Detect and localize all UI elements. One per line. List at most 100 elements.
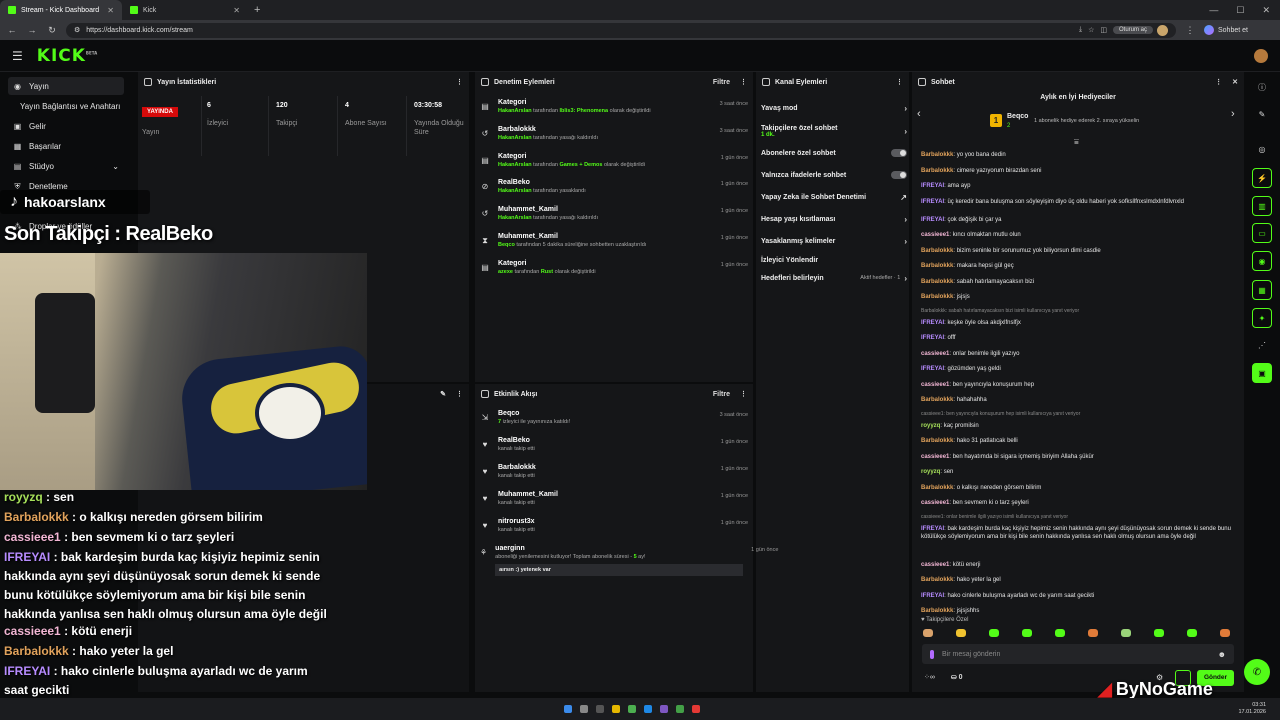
- mic-icon[interactable]: [930, 649, 934, 659]
- moderation-title[interactable]: Muhammet_Kamil: [498, 233, 713, 240]
- channel-action-row[interactable]: Yasaklanmış kelimeler ›: [761, 233, 907, 249]
- moderation-title[interactable]: Barbalokkk: [498, 126, 712, 133]
- emote-icon[interactable]: [956, 629, 966, 637]
- chat-username[interactable]: Barbalokkk: [921, 485, 953, 491]
- chat-username[interactable]: IFREYAI: [921, 335, 944, 341]
- maximize-icon[interactable]: ☐: [1236, 5, 1244, 16]
- chat-username[interactable]: IFREYAI: [921, 366, 944, 372]
- new-tab-button[interactable]: +: [248, 4, 266, 16]
- tab-kick[interactable]: Kick ✕: [122, 0, 248, 20]
- edit-icon[interactable]: ✎: [440, 390, 446, 398]
- extensions-icon[interactable]: ◫: [1100, 26, 1107, 34]
- emote-icon[interactable]: [923, 629, 933, 637]
- moderation-title[interactable]: Kategori: [498, 153, 713, 160]
- emote-icon[interactable]: [1121, 629, 1131, 637]
- back-icon[interactable]: ←: [6, 25, 18, 35]
- emote-icon[interactable]: [1022, 629, 1032, 637]
- chat-username[interactable]: cassieee1: [921, 454, 949, 460]
- pin-icon[interactable]: ⩸: [1074, 137, 1079, 147]
- chat-username[interactable]: Barbalokkk: [921, 608, 953, 614]
- moderator-name[interactable]: HakanArslan: [498, 215, 532, 221]
- channel-action-row[interactable]: Hedefleri belirleyin Aktif hedefler · 1 ›: [761, 270, 907, 286]
- search-icon[interactable]: [580, 705, 588, 713]
- moderation-title[interactable]: RealBeko: [498, 179, 713, 186]
- chat-username[interactable]: cassieee1: [921, 351, 949, 357]
- sidebar-item-gelir[interactable]: ▣ Gelir: [8, 117, 124, 135]
- moderation-title[interactable]: Kategori: [498, 99, 712, 106]
- help-chat-icon[interactable]: ✆: [1244, 659, 1270, 685]
- file-explorer-icon[interactable]: [612, 705, 620, 713]
- channel-action-row[interactable]: İzleyici Yönlendir: [761, 252, 907, 268]
- task-view-icon[interactable]: [596, 705, 604, 713]
- site-info-icon[interactable]: ⚙: [74, 26, 80, 34]
- activity-user[interactable]: Beqco: [498, 410, 712, 417]
- chat-username[interactable]: Barbalokkk: [921, 438, 953, 444]
- tab-stream-dashboard[interactable]: Stream - Kick Dashboard ✕: [0, 0, 122, 20]
- chat-username[interactable]: royyzq: [921, 423, 940, 429]
- forward-icon[interactable]: →: [26, 25, 38, 35]
- chat-username[interactable]: Barbalokkk: [921, 577, 953, 583]
- channel-action-row[interactable]: Yalnızca ifadelerle sohbet: [761, 167, 907, 183]
- app-icon[interactable]: [676, 705, 684, 713]
- camera-icon[interactable]: ◎: [1252, 139, 1272, 159]
- profile-chip[interactable]: Oturum aç: [1112, 24, 1168, 36]
- chat-username[interactable]: Barbalokkk: [921, 263, 953, 269]
- assistant-chat-button[interactable]: Sohbet et: [1204, 25, 1248, 35]
- close-tab-icon[interactable]: ✕: [107, 6, 114, 15]
- chat-username[interactable]: IFREYAI: [921, 526, 944, 532]
- chevron-right-icon[interactable]: ›: [1231, 108, 1235, 120]
- url-field[interactable]: ⚙ https://dashboard.kick.com/stream ⤓ ☆ …: [66, 22, 1176, 38]
- filter-button[interactable]: Filtre: [713, 79, 730, 86]
- edge-icon[interactable]: [644, 705, 652, 713]
- channel-action-row[interactable]: Yapay Zeka ile Sohbet Denetimi ↗: [761, 189, 907, 205]
- activity-user[interactable]: RealBeko: [498, 437, 713, 444]
- chat-username[interactable]: cassieee1: [921, 232, 949, 238]
- channel-action-row[interactable]: Yavaş mod ›: [761, 100, 907, 116]
- emote-icon[interactable]: [1220, 629, 1230, 637]
- emote-icon[interactable]: [1187, 629, 1197, 637]
- toggle-switch[interactable]: [891, 171, 907, 179]
- minimize-icon[interactable]: —: [1209, 5, 1218, 16]
- chat-input[interactable]: Bir mesaj gönderin ☻: [922, 644, 1234, 664]
- channel-action-row[interactable]: Hesap yaşı kısıtlaması ›: [761, 211, 907, 227]
- close-icon[interactable]: ✕: [1232, 78, 1238, 86]
- obs-icon[interactable]: [692, 705, 700, 713]
- broadcast-waves-icon[interactable]: ◉: [1252, 251, 1272, 271]
- grid-icon[interactable]: ▦: [1252, 280, 1272, 300]
- sidebar-item-basarilar[interactable]: ▦ Başarılar: [8, 137, 124, 155]
- discord-icon[interactable]: [660, 705, 668, 713]
- moderation-title[interactable]: Muhammet_Kamil: [498, 206, 713, 213]
- share-icon[interactable]: ⋰: [1252, 335, 1272, 355]
- chrome-icon[interactable]: [628, 705, 636, 713]
- more-options-icon[interactable]: ⋮: [740, 78, 747, 86]
- channel-action-row[interactable]: Abonelere özel sohbet: [761, 145, 907, 161]
- menu-dots-icon[interactable]: ⋮: [1184, 25, 1196, 36]
- emote-icon[interactable]: [1088, 629, 1098, 637]
- close-tab-icon[interactable]: ✕: [233, 6, 240, 15]
- hamburger-menu-icon[interactable]: ☰: [12, 49, 23, 63]
- filter-button[interactable]: Filtre: [713, 391, 730, 398]
- moderation-title[interactable]: Kategori: [498, 260, 713, 267]
- wrench-icon[interactable]: ✦: [1252, 308, 1272, 328]
- chat-username[interactable]: royyzq: [921, 469, 940, 475]
- chat-username[interactable]: Barbalokkk: [921, 248, 953, 254]
- sidebar-item-studyo[interactable]: ▤ Stüdyo ⌄: [8, 157, 124, 175]
- more-options-icon[interactable]: ⋮: [456, 390, 463, 398]
- start-icon[interactable]: [564, 705, 572, 713]
- sidebar-item-yayin[interactable]: ◉ Yayın: [8, 77, 124, 95]
- moderator-name[interactable]: HakanArslan: [498, 135, 532, 141]
- chat-username[interactable]: cassieee1: [921, 562, 949, 568]
- chat-username[interactable]: Barbalokkk: [921, 294, 953, 300]
- points-icon[interactable]: ⁘∞: [924, 673, 935, 681]
- activity-user[interactable]: Barbalokkk: [498, 464, 713, 471]
- moderator-name[interactable]: azexe: [498, 269, 513, 275]
- game-icon[interactable]: ▣: [1252, 363, 1272, 383]
- chat-username[interactable]: Barbalokkk: [921, 168, 953, 174]
- sidebar-item-stream-key[interactable]: Yayın Bağlantısı ve Anahtarı: [15, 97, 131, 115]
- chat-username[interactable]: Barbalokkk: [921, 152, 953, 158]
- activity-user[interactable]: Muhammet_Kamil: [498, 491, 713, 498]
- reload-icon[interactable]: ↻: [46, 25, 58, 36]
- chat-username[interactable]: IFREYAI: [921, 320, 944, 326]
- more-options-icon[interactable]: ⋮: [456, 78, 463, 86]
- chat-username[interactable]: IFREYAI: [921, 183, 944, 189]
